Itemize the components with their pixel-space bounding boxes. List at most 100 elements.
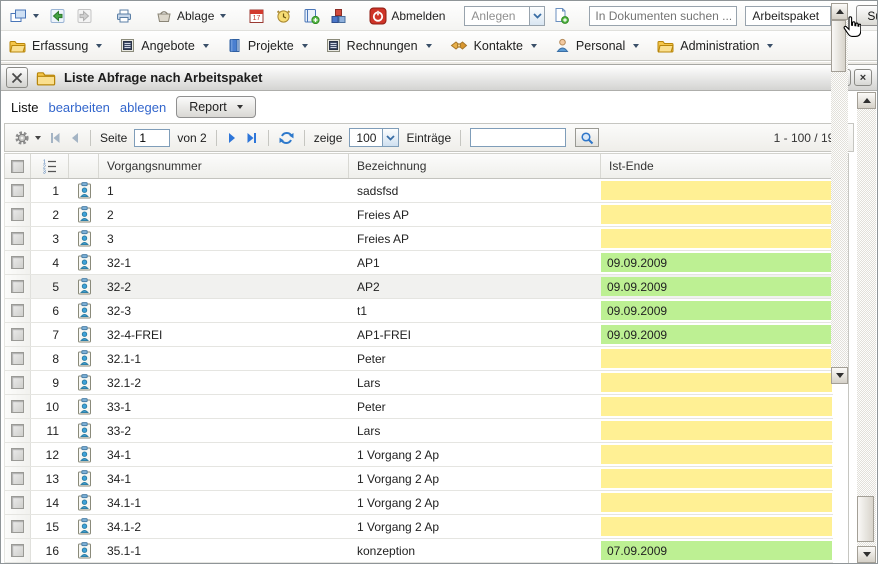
table-filter-search-button[interactable] (575, 128, 599, 147)
table-row[interactable]: 7 32-4-FREI AP1-FREI 09.09.2009 (5, 323, 833, 347)
scrollbar-thumb[interactable] (831, 20, 846, 72)
row-checkbox[interactable] (11, 184, 24, 197)
vorgangsnummer-cell: 32-3 (99, 304, 349, 318)
row-checkbox[interactable] (11, 328, 24, 341)
bezeichnung-cell: sadsfsd (349, 184, 601, 198)
row-checkbox[interactable] (11, 544, 24, 557)
divider (216, 130, 217, 146)
column-header-vorgangsnummer[interactable]: Vorgangsnummer (99, 154, 349, 178)
page-number-input[interactable] (134, 129, 170, 147)
table-row[interactable]: 14 34.1-1 1 Vorgang 2 Ap (5, 491, 833, 515)
column-header-ist-ende[interactable]: Ist-Ende (601, 154, 848, 178)
row-checkbox[interactable] (11, 304, 24, 317)
calendar-button[interactable]: 17 (245, 6, 268, 26)
row-number-column-header[interactable]: 123 (31, 154, 69, 178)
first-page-button[interactable] (48, 132, 62, 144)
menu-label: Administration (680, 39, 759, 53)
row-checkbox[interactable] (11, 376, 24, 389)
workpackage-person-icon (77, 518, 92, 535)
menu-projekte[interactable]: Projekte (227, 38, 308, 53)
suchen-button[interactable]: Suchen (856, 5, 878, 26)
back-button[interactable] (46, 6, 69, 26)
row-checkbox[interactable] (11, 280, 24, 293)
menu-personal[interactable]: Personal (555, 38, 639, 53)
settings-button[interactable] (13, 129, 41, 147)
forward-button[interactable] (73, 6, 96, 26)
document-search-input[interactable] (589, 6, 737, 26)
window-cascade-button[interactable] (7, 6, 42, 26)
table-row[interactable]: 11 33-2 Lars (5, 419, 833, 443)
table-row[interactable]: 3 3 Freies AP (5, 227, 833, 251)
table-row[interactable]: 16 35.1-1 konzeption 07.09.2009 (5, 539, 833, 563)
window-close-button[interactable]: × (854, 69, 872, 86)
type-column-header[interactable] (69, 154, 99, 178)
menu-erfassung[interactable]: Erfassung (9, 39, 102, 53)
scrollbar-track[interactable] (831, 20, 848, 367)
table-row[interactable]: 9 32.1-2 Lars (5, 371, 833, 395)
row-checkbox[interactable] (11, 424, 24, 437)
scroll-up-button[interactable] (857, 92, 876, 109)
row-checkbox[interactable] (11, 256, 24, 269)
table-row[interactable]: 6 32-3 t1 09.09.2009 (5, 299, 833, 323)
row-checkbox[interactable] (11, 496, 24, 509)
main-toolbar: Ablage 17 Abmelden Anlegen ... (1, 1, 877, 31)
menu-administration[interactable]: Administration (657, 39, 773, 53)
type-cell (69, 422, 99, 439)
table-body: 1 1 sadsfsd 2 2 Freies AP (4, 179, 849, 563)
ablegen-link[interactable]: ablegen (120, 100, 166, 115)
scroll-up-button[interactable] (831, 3, 848, 20)
report-button[interactable]: Report (176, 96, 256, 118)
scroll-down-button[interactable] (857, 546, 876, 563)
menu-angebote[interactable]: Angebote (120, 38, 209, 53)
prev-page-button[interactable] (69, 132, 81, 144)
status-badge (601, 421, 832, 440)
menu-kontakte[interactable]: Kontakte (450, 39, 537, 53)
scrollbar-track[interactable] (857, 109, 876, 546)
refresh-button[interactable] (278, 130, 295, 146)
row-checkbox[interactable] (11, 520, 24, 533)
table-row[interactable]: 13 34-1 1 Vorgang 2 Ap (5, 467, 833, 491)
scroll-down-button[interactable] (831, 367, 848, 384)
row-checkbox[interactable] (11, 472, 24, 485)
row-checkbox[interactable] (11, 448, 24, 461)
row-checkbox[interactable] (11, 232, 24, 245)
last-page-button[interactable] (245, 132, 259, 144)
eintraege-label: Einträge (406, 131, 451, 145)
blocks-button[interactable] (327, 6, 350, 26)
row-checkbox[interactable] (11, 400, 24, 413)
select-all-checkbox[interactable] (11, 160, 24, 173)
ablage-menu-button[interactable]: Ablage (152, 6, 229, 26)
menu-rechnungen[interactable]: Rechnungen (326, 38, 432, 53)
print-button[interactable] (112, 6, 136, 26)
anlegen-select[interactable]: Anlegen ... (464, 6, 545, 26)
table-row[interactable]: 4 32-1 AP1 09.09.2009 (5, 251, 833, 275)
document-add-button[interactable] (549, 5, 573, 26)
chevron-down-icon[interactable] (382, 129, 398, 146)
table-row[interactable]: 15 34.1-2 1 Vorgang 2 Ap (5, 515, 833, 539)
column-header-bezeichnung[interactable]: Bezeichnung (349, 154, 601, 178)
table-row[interactable]: 10 33-1 Peter (5, 395, 833, 419)
book-add-button[interactable] (299, 6, 323, 26)
menu-label: Erfassung (32, 39, 88, 53)
table-row[interactable]: 8 32.1-1 Peter (5, 347, 833, 371)
chevron-down-icon[interactable] (529, 7, 544, 25)
refresh-icon (278, 130, 295, 146)
row-checkbox[interactable] (11, 208, 24, 221)
page-size-select[interactable]: 100 (349, 128, 399, 147)
table-row[interactable]: 1 1 sadsfsd (5, 179, 833, 203)
form-icon (326, 38, 341, 53)
table-filter-input[interactable] (470, 128, 566, 147)
row-checkbox[interactable] (11, 352, 24, 365)
table-row[interactable]: 2 2 Freies AP (5, 203, 833, 227)
view-close-button[interactable] (6, 67, 28, 88)
workpackage-person-icon (77, 230, 92, 247)
workpackage-person-icon (77, 470, 92, 487)
abmelden-button[interactable]: Abmelden (366, 5, 448, 27)
alarm-button[interactable] (272, 6, 295, 26)
scrollbar-thumb[interactable] (857, 496, 874, 542)
table-row[interactable]: 5 32-2 AP2 09.09.2009 (5, 275, 833, 299)
table-row[interactable]: 12 34-1 1 Vorgang 2 Ap (5, 443, 833, 467)
type-cell (69, 350, 99, 367)
next-page-button[interactable] (226, 132, 238, 144)
bearbeiten-link[interactable]: bearbeiten (48, 100, 109, 115)
